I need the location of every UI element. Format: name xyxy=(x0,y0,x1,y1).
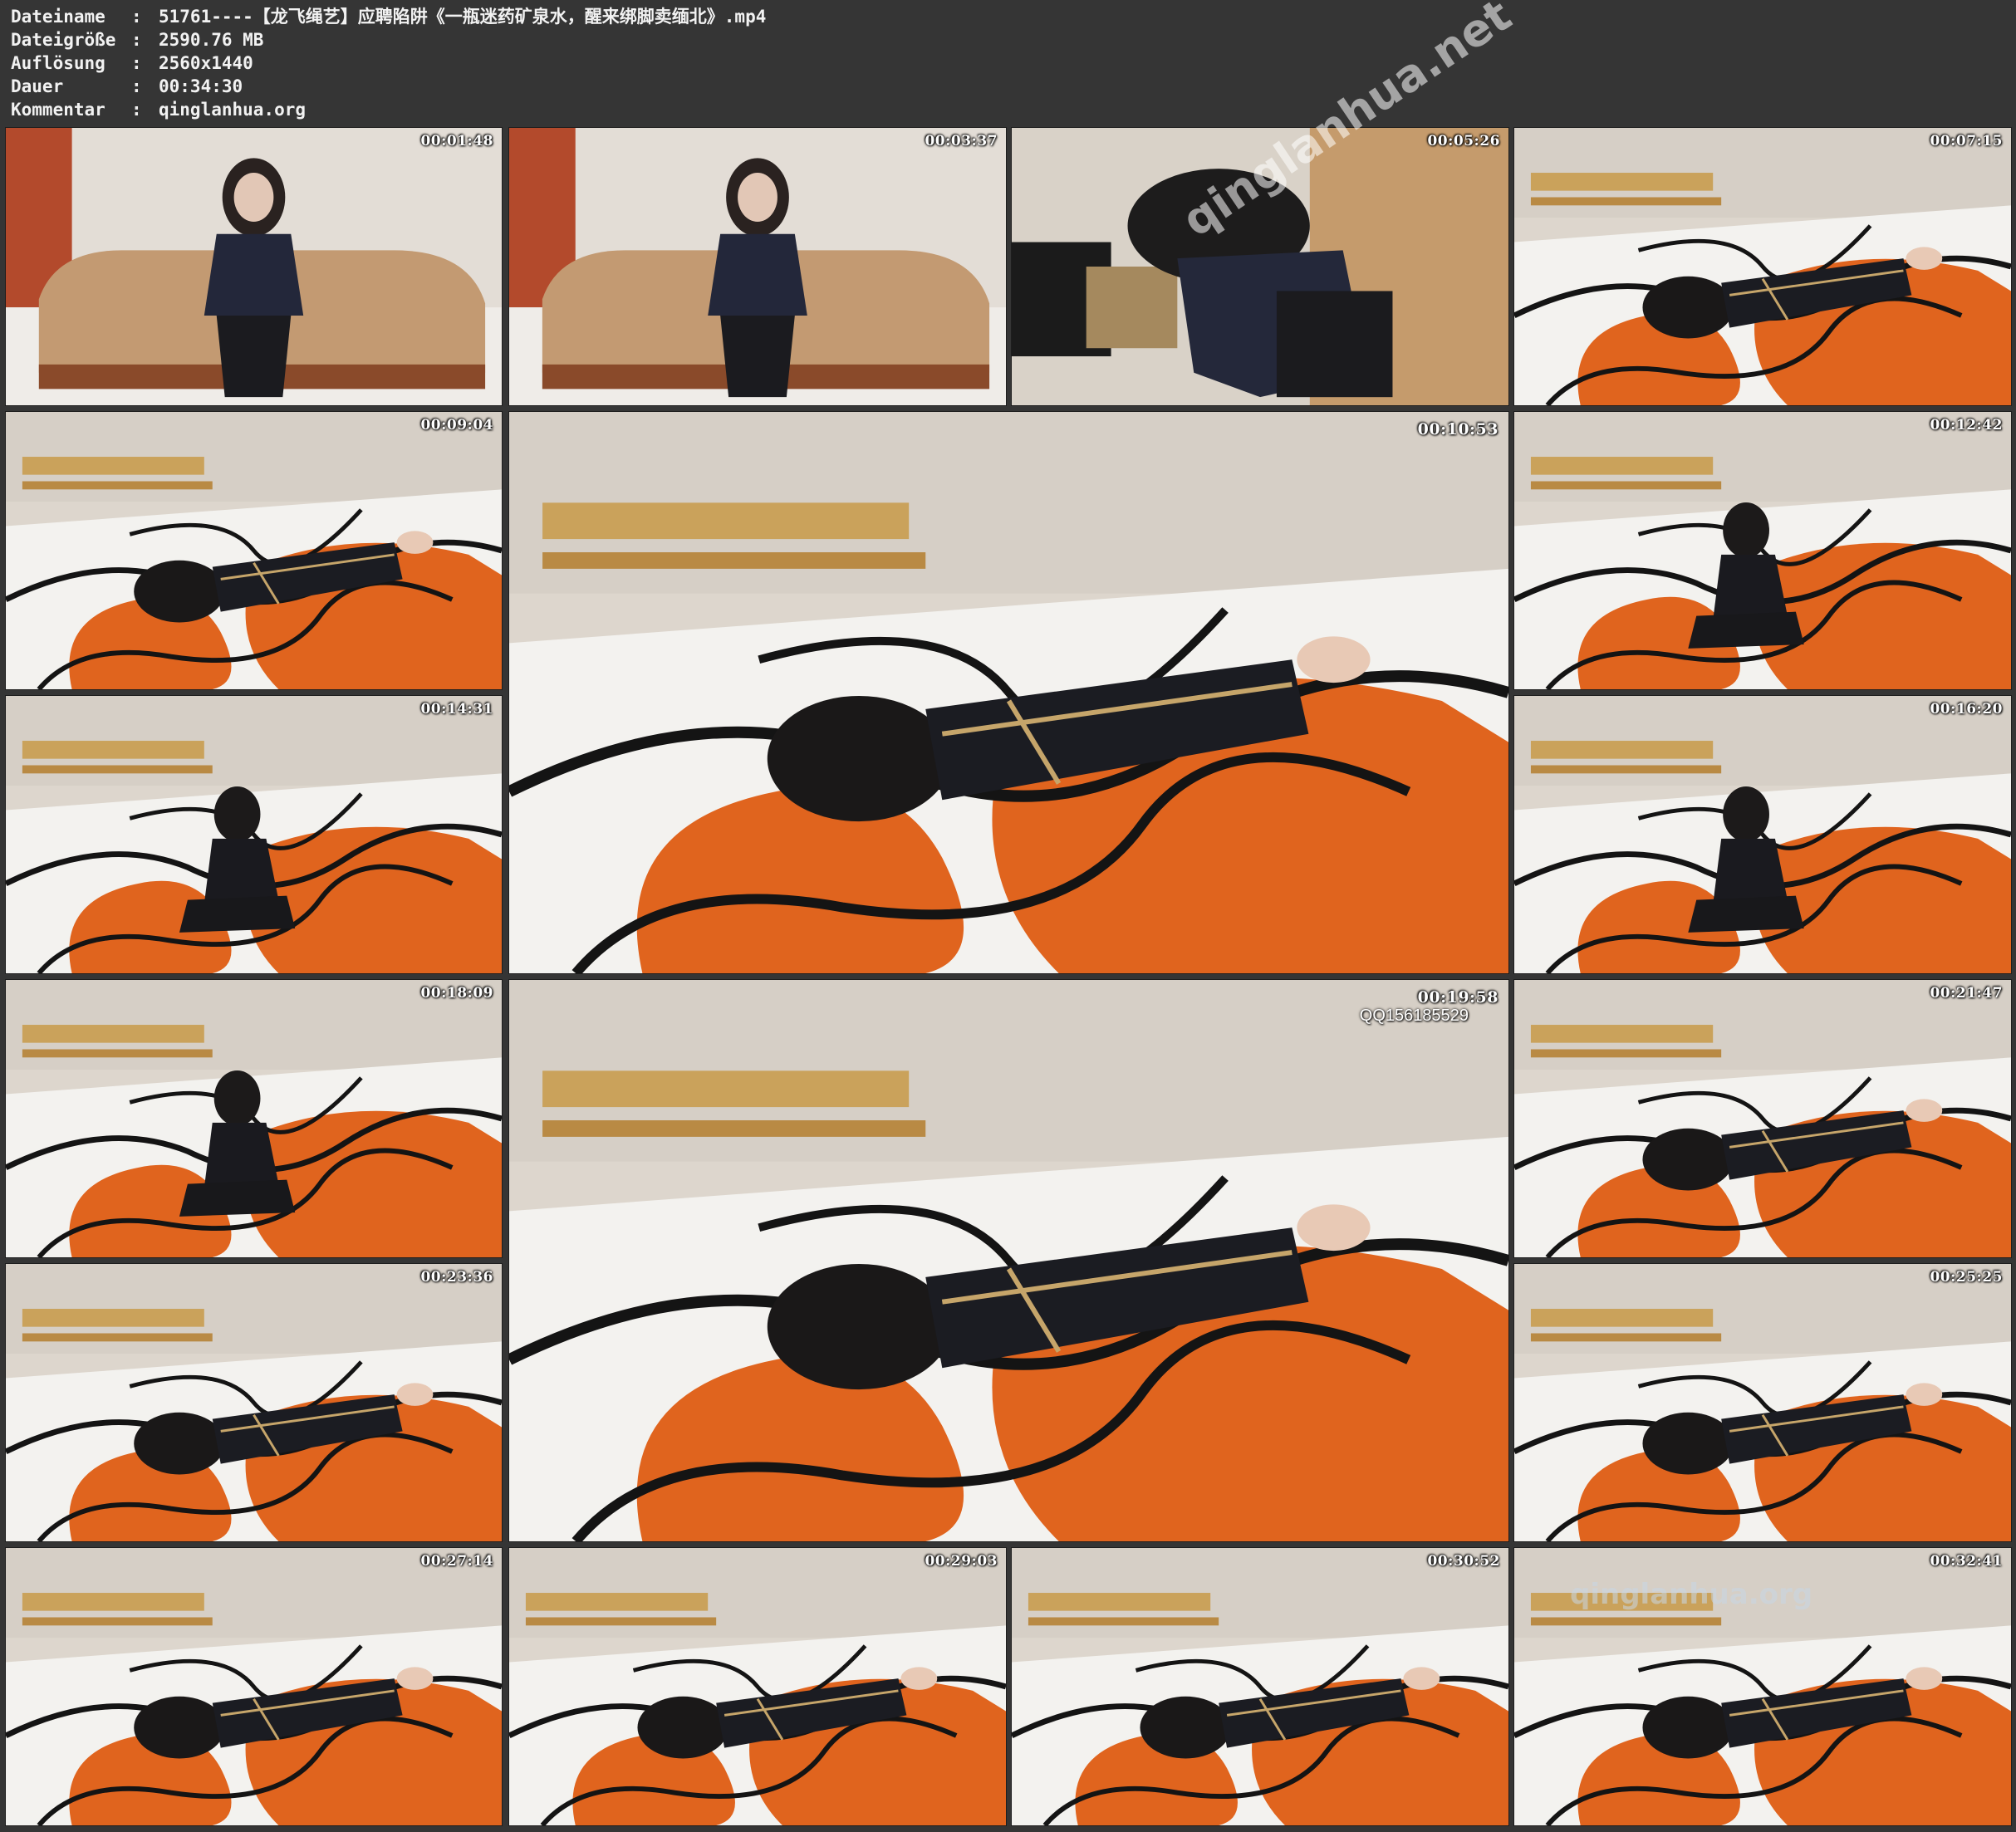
video-thumbnail[interactable]: 00:12:42 xyxy=(1513,411,2012,690)
thumbnail-timestamp: 00:25:25 xyxy=(1930,1269,2003,1286)
scene-illustration xyxy=(509,1548,1006,1825)
scene-illustration xyxy=(6,696,502,973)
video-thumbnail[interactable]: 00:29:03 xyxy=(508,1547,1007,1826)
video-thumbnail[interactable]: 00:30:52 xyxy=(1011,1547,1509,1826)
scene-illustration xyxy=(1514,1548,2011,1825)
thumbnail-timestamp: 00:21:47 xyxy=(1930,985,2003,1002)
video-thumbnail[interactable]: 00:01:48 xyxy=(5,127,503,406)
thumbnail-timestamp: 00:19:58 xyxy=(1417,988,1499,1007)
video-thumbnail[interactable]: 00:07:15 xyxy=(1513,127,2012,406)
thumbnail-timestamp: 00:18:09 xyxy=(420,985,493,1002)
video-thumbnail[interactable]: 00:16:20 xyxy=(1513,695,2012,974)
scene-illustration xyxy=(6,1264,502,1541)
thumbnail-timestamp: 00:09:04 xyxy=(420,417,493,434)
thumbnail-timestamp: 00:05:26 xyxy=(1427,133,1500,149)
thumbnail-grid: 00:01:48 00:03:37 00:05:26 00:07:15 00:09:04… xyxy=(0,0,2016,1832)
scene-illustration xyxy=(509,980,1508,1541)
scene-illustration xyxy=(6,128,502,405)
video-thumbnail[interactable]: 00:32:41 xyxy=(1513,1547,2012,1826)
video-thumbnail[interactable]: 00:09:04 xyxy=(5,411,503,690)
thumbnail-timestamp: 00:12:42 xyxy=(1930,417,2003,434)
thumbnail-timestamp: 00:14:31 xyxy=(420,701,493,718)
video-thumbnail[interactable]: 00:10:53 xyxy=(508,411,1509,974)
scene-illustration xyxy=(1514,128,2011,405)
thumbnail-timestamp: 00:03:37 xyxy=(925,133,998,149)
thumbnail-timestamp: 00:07:15 xyxy=(1930,133,2003,149)
thumbnail-timestamp: 00:30:52 xyxy=(1427,1553,1500,1570)
video-thumbnail[interactable]: 00:03:37 xyxy=(508,127,1007,406)
video-thumbnail[interactable]: 00:23:36 xyxy=(5,1263,503,1542)
scene-illustration xyxy=(509,128,1006,405)
video-thumbnail[interactable]: 00:21:47 xyxy=(1513,979,2012,1258)
thumbnail-timestamp: 00:29:03 xyxy=(925,1553,998,1570)
scene-illustration xyxy=(6,1548,502,1825)
thumbnail-timestamp: 00:27:14 xyxy=(420,1553,493,1570)
scene-illustration xyxy=(6,412,502,689)
scene-illustration xyxy=(6,980,502,1257)
video-thumbnail[interactable]: 00:19:58 QQ156185529 xyxy=(508,979,1509,1542)
scene-illustration xyxy=(1514,696,2011,973)
video-thumbnail[interactable]: 00:14:31 xyxy=(5,695,503,974)
scene-illustration xyxy=(1514,980,2011,1257)
thumbnail-timestamp: 00:16:20 xyxy=(1930,701,2003,718)
thumbnail-timestamp: 00:10:53 xyxy=(1417,420,1499,438)
thumbnail-overlay-text: QQ156185529 xyxy=(1359,1007,1469,1025)
video-thumbnail[interactable]: 00:05:26 xyxy=(1011,127,1509,406)
thumbnail-timestamp: 00:32:41 xyxy=(1930,1553,2003,1570)
scene-illustration xyxy=(1514,412,2011,689)
scene-illustration xyxy=(1012,128,1508,405)
scene-illustration xyxy=(1012,1548,1508,1825)
video-thumbnail[interactable]: 00:27:14 xyxy=(5,1547,503,1826)
thumbnail-timestamp: 00:23:36 xyxy=(420,1269,493,1286)
scene-illustration xyxy=(509,412,1508,973)
thumbnail-timestamp: 00:01:48 xyxy=(420,133,493,149)
scene-illustration xyxy=(1514,1264,2011,1541)
video-thumbnail[interactable]: 00:25:25 xyxy=(1513,1263,2012,1542)
video-thumbnail[interactable]: 00:18:09 xyxy=(5,979,503,1258)
